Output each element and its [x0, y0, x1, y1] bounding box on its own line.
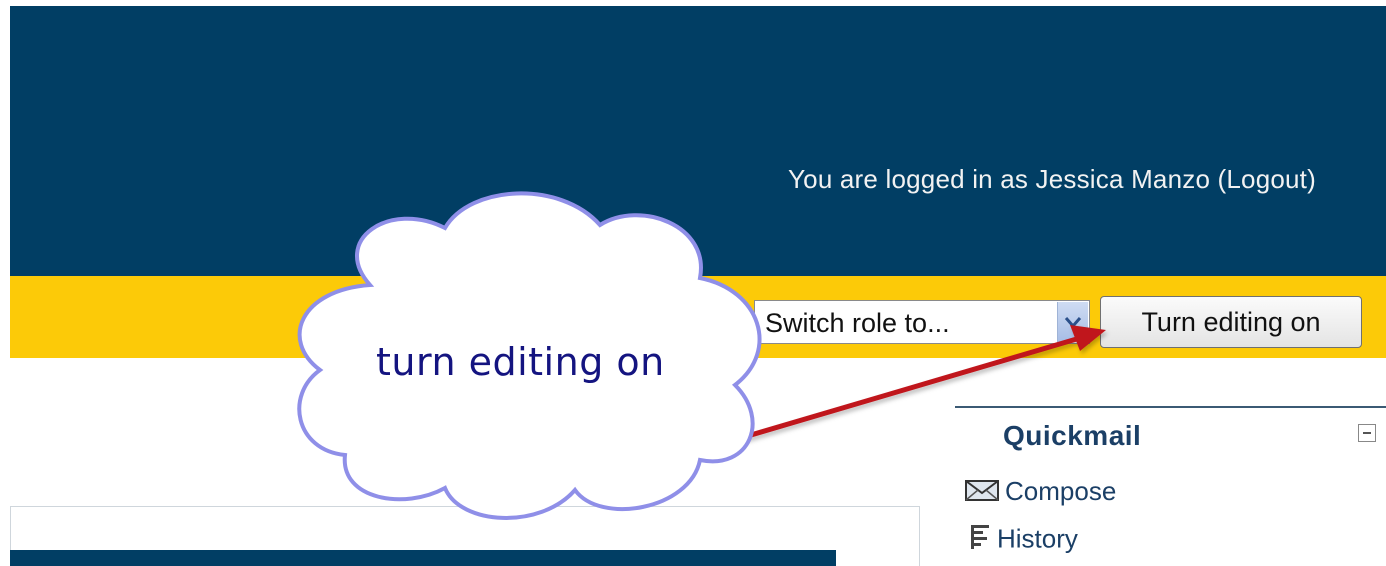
envelope-icon: [965, 478, 999, 509]
main-content-header-bar: [10, 550, 836, 566]
help-icon[interactable]: ?: [720, 309, 742, 331]
site-header: [10, 6, 1386, 276]
history-label: History: [997, 523, 1078, 554]
page: You are logged in as Jessica Manzo (Logo…: [0, 0, 1386, 566]
collapse-icon[interactable]: [1358, 424, 1376, 442]
turn-editing-on-button[interactable]: Turn editing on: [1100, 296, 1362, 348]
switch-role-select-value: Switch role to...: [765, 308, 950, 338]
compose-label: Compose: [1005, 476, 1117, 506]
callout-text: turn editing on: [376, 340, 665, 384]
quickmail-compose-link[interactable]: Compose: [965, 476, 1116, 509]
list-icon: [969, 523, 991, 558]
quickmail-block: Quickmail Compose History: [955, 406, 1386, 566]
chevron-down-icon[interactable]: [1057, 302, 1088, 342]
switch-role-select[interactable]: Switch role to...: [754, 300, 1090, 344]
quickmail-title: Quickmail: [1003, 420, 1142, 451]
login-info[interactable]: You are logged in as Jessica Manzo (Logo…: [788, 164, 1316, 195]
quickmail-history-link[interactable]: History: [969, 523, 1078, 558]
